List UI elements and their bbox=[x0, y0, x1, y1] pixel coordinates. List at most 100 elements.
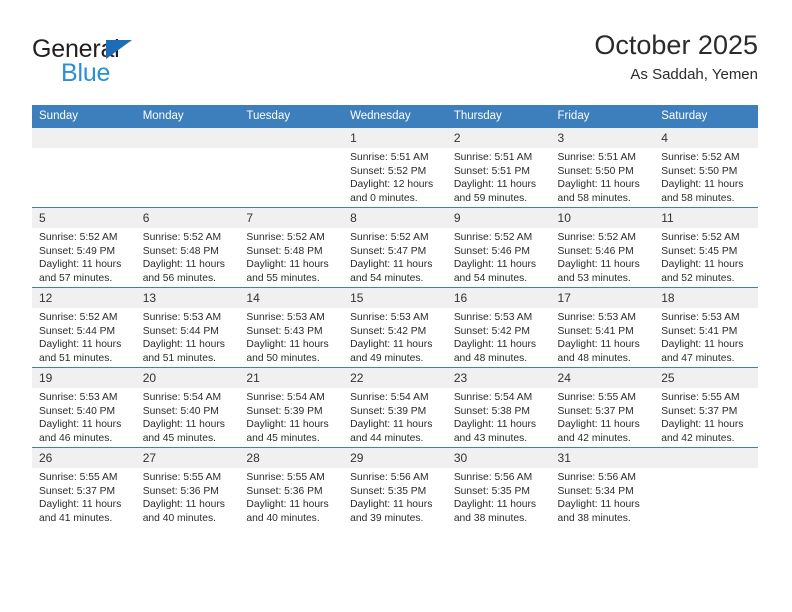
day-cell[interactable]: 16 Sunrise: 5:53 AM Sunset: 5:42 PM Dayl… bbox=[446, 287, 551, 368]
sunrise-text: Sunrise: 5:55 AM bbox=[142, 472, 222, 483]
sunset-text: Sunset: 5:41 PM bbox=[557, 325, 634, 337]
sunrise-text: Sunrise: 5:53 AM bbox=[453, 312, 533, 323]
day-cell[interactable]: 10 Sunrise: 5:52 AM Sunset: 5:46 PM Dayl… bbox=[550, 207, 655, 288]
day-cell[interactable]: 17 Sunrise: 5:53 AM Sunset: 5:41 PM Dayl… bbox=[550, 287, 655, 368]
sunrise-text: Sunrise: 5:56 AM bbox=[557, 472, 636, 483]
daylight-text-line2: and 46 minutes. bbox=[39, 432, 113, 444]
day-cell[interactable]: 25 Sunrise: 5:55 AM Sunset: 5:37 PM Dayl… bbox=[654, 367, 758, 448]
sunrise-text: Sunrise: 5:52 AM bbox=[39, 232, 118, 243]
daylight-text-line1: Daylight: 11 hours bbox=[350, 419, 433, 431]
day-cell[interactable]: 28 Sunrise: 5:55 AM Sunset: 5:36 PM Dayl… bbox=[239, 447, 344, 527]
daylight-text-line2: and 51 minutes. bbox=[142, 352, 216, 364]
day-number: 10 bbox=[550, 208, 655, 228]
sunset-text: Sunset: 5:35 PM bbox=[350, 485, 427, 497]
day-cell[interactable]: 26 Sunrise: 5:55 AM Sunset: 5:37 PM Dayl… bbox=[32, 447, 136, 527]
day-number: 11 bbox=[654, 208, 758, 228]
daylight-text-line2: and 45 minutes. bbox=[142, 432, 216, 444]
daylight-text-line2: and 41 minutes. bbox=[39, 512, 113, 524]
sunrise-text: Sunrise: 5:56 AM bbox=[453, 472, 533, 483]
day-cell[interactable]: 29 Sunrise: 5:56 AM Sunset: 5:35 PM Dayl… bbox=[343, 447, 447, 527]
day-cell[interactable]: 31 Sunrise: 5:56 AM Sunset: 5:34 PM Dayl… bbox=[550, 447, 655, 527]
daylight-text-line1: Daylight: 11 hours bbox=[557, 259, 640, 271]
day-cell[interactable]: 6 Sunrise: 5:52 AM Sunset: 5:48 PM Dayli… bbox=[135, 207, 240, 288]
day-number: 1 bbox=[343, 128, 447, 148]
day-number: 16 bbox=[446, 288, 551, 308]
day-cell[interactable]: 8 Sunrise: 5:52 AM Sunset: 5:47 PM Dayli… bbox=[343, 207, 447, 288]
daylight-text-line2: and 58 minutes. bbox=[661, 192, 735, 204]
daylight-text-line2: and 43 minutes. bbox=[453, 432, 528, 444]
day-number: 7 bbox=[239, 208, 344, 228]
weekday-header-row: Sunday Monday Tuesday Wednesday Thursday… bbox=[32, 105, 758, 128]
day-number: 27 bbox=[135, 448, 240, 468]
sunset-text: Sunset: 5:52 PM bbox=[350, 165, 427, 177]
sunset-text: Sunset: 5:49 PM bbox=[39, 245, 116, 257]
day-number: 29 bbox=[343, 448, 447, 468]
sunrise-text: Sunrise: 5:52 AM bbox=[246, 232, 325, 243]
daylight-text-line2: and 49 minutes. bbox=[350, 352, 424, 364]
day-cell[interactable]: 15 Sunrise: 5:53 AM Sunset: 5:42 PM Dayl… bbox=[343, 287, 447, 368]
weekday-header-sunday: Sunday bbox=[32, 105, 136, 128]
day-cell[interactable]: 2 Sunrise: 5:51 AM Sunset: 5:51 PM Dayli… bbox=[446, 127, 551, 208]
weekday-header-thursday: Thursday bbox=[446, 105, 551, 128]
calendar-body: 1 Sunrise: 5:51 AM Sunset: 5:52 PM Dayli… bbox=[32, 127, 758, 527]
daylight-text-line2: and 45 minutes. bbox=[246, 432, 320, 444]
day-cell[interactable]: 18 Sunrise: 5:53 AM Sunset: 5:41 PM Dayl… bbox=[654, 287, 758, 368]
day-info: Sunrise: 5:56 AM Sunset: 5:35 PM Dayligh… bbox=[343, 468, 447, 525]
day-info: Sunrise: 5:55 AM Sunset: 5:36 PM Dayligh… bbox=[239, 468, 343, 525]
day-number: 30 bbox=[446, 448, 551, 468]
daylight-text-line1: Daylight: 12 hours bbox=[350, 179, 434, 191]
sunset-text: Sunset: 5:44 PM bbox=[39, 325, 116, 337]
daylight-text-line2: and 59 minutes. bbox=[453, 192, 528, 204]
sunrise-text: Sunrise: 5:52 AM bbox=[661, 152, 740, 163]
daylight-text-line2: and 50 minutes. bbox=[246, 352, 320, 364]
day-cell[interactable]: 20 Sunrise: 5:54 AM Sunset: 5:40 PM Dayl… bbox=[135, 367, 240, 448]
day-info: Sunrise: 5:52 AM Sunset: 5:46 PM Dayligh… bbox=[447, 228, 551, 285]
day-cell[interactable]: 13 Sunrise: 5:53 AM Sunset: 5:44 PM Dayl… bbox=[135, 287, 240, 368]
day-cell[interactable]: 11 Sunrise: 5:52 AM Sunset: 5:45 PM Dayl… bbox=[654, 207, 758, 288]
weekday-header-tuesday: Tuesday bbox=[239, 105, 344, 128]
day-cell[interactable]: 7 Sunrise: 5:52 AM Sunset: 5:48 PM Dayli… bbox=[239, 207, 344, 288]
general-blue-logo[interactable]: General Blue bbox=[32, 36, 232, 92]
daylight-text-line1: Daylight: 11 hours bbox=[453, 419, 537, 431]
day-cell[interactable]: 24 Sunrise: 5:55 AM Sunset: 5:37 PM Dayl… bbox=[550, 367, 655, 448]
day-cell[interactable]: 19 Sunrise: 5:53 AM Sunset: 5:40 PM Dayl… bbox=[32, 367, 136, 448]
sunset-text: Sunset: 5:51 PM bbox=[453, 165, 530, 177]
day-cell[interactable]: 4 Sunrise: 5:52 AM Sunset: 5:50 PM Dayli… bbox=[654, 127, 758, 208]
daylight-text-line1: Daylight: 11 hours bbox=[142, 499, 225, 511]
daylight-text-line2: and 52 minutes. bbox=[661, 272, 735, 284]
day-cell[interactable]: 5 Sunrise: 5:52 AM Sunset: 5:49 PM Dayli… bbox=[32, 207, 136, 288]
sunset-text: Sunset: 5:37 PM bbox=[557, 405, 634, 417]
sunset-text: Sunset: 5:39 PM bbox=[350, 405, 427, 417]
day-cell[interactable]: 23 Sunrise: 5:54 AM Sunset: 5:38 PM Dayl… bbox=[446, 367, 551, 448]
sunset-text: Sunset: 5:35 PM bbox=[453, 485, 530, 497]
logo-text-blue: Blue bbox=[61, 59, 111, 87]
day-number: 22 bbox=[343, 368, 447, 388]
day-info: Sunrise: 5:54 AM Sunset: 5:39 PM Dayligh… bbox=[343, 388, 447, 445]
day-number: 15 bbox=[343, 288, 447, 308]
sunrise-text: Sunrise: 5:52 AM bbox=[39, 312, 118, 323]
day-number: 13 bbox=[135, 288, 240, 308]
day-number: 24 bbox=[550, 368, 655, 388]
day-number: 8 bbox=[343, 208, 447, 228]
day-cell[interactable]: 9 Sunrise: 5:52 AM Sunset: 5:46 PM Dayli… bbox=[446, 207, 551, 288]
daylight-text-line1: Daylight: 11 hours bbox=[453, 179, 537, 191]
day-cell[interactable]: 3 Sunrise: 5:51 AM Sunset: 5:50 PM Dayli… bbox=[550, 127, 655, 208]
daylight-text-line1: Daylight: 11 hours bbox=[39, 499, 122, 511]
sunset-text: Sunset: 5:48 PM bbox=[246, 245, 323, 257]
day-cell[interactable]: 14 Sunrise: 5:53 AM Sunset: 5:43 PM Dayl… bbox=[239, 287, 344, 368]
sunrise-text: Sunrise: 5:53 AM bbox=[350, 312, 429, 323]
weekday-header-saturday: Saturday bbox=[654, 105, 758, 128]
day-cell[interactable]: 12 Sunrise: 5:52 AM Sunset: 5:44 PM Dayl… bbox=[32, 287, 136, 368]
day-cell[interactable]: 1 Sunrise: 5:51 AM Sunset: 5:52 PM Dayli… bbox=[343, 127, 447, 208]
day-cell[interactable]: 30 Sunrise: 5:56 AM Sunset: 5:35 PM Dayl… bbox=[446, 447, 551, 527]
day-number: 26 bbox=[32, 448, 136, 468]
sunset-text: Sunset: 5:39 PM bbox=[246, 405, 323, 417]
weekday-header-monday: Monday bbox=[135, 105, 240, 128]
daylight-text-line1: Daylight: 11 hours bbox=[453, 259, 537, 271]
day-cell[interactable]: 22 Sunrise: 5:54 AM Sunset: 5:39 PM Dayl… bbox=[343, 367, 447, 448]
daylight-text-line2: and 40 minutes. bbox=[246, 512, 320, 524]
sunrise-text: Sunrise: 5:52 AM bbox=[453, 232, 533, 243]
day-cell[interactable]: 21 Sunrise: 5:54 AM Sunset: 5:39 PM Dayl… bbox=[239, 367, 344, 448]
day-cell[interactable]: 27 Sunrise: 5:55 AM Sunset: 5:36 PM Dayl… bbox=[135, 447, 240, 527]
day-info: Sunrise: 5:56 AM Sunset: 5:34 PM Dayligh… bbox=[551, 468, 655, 525]
